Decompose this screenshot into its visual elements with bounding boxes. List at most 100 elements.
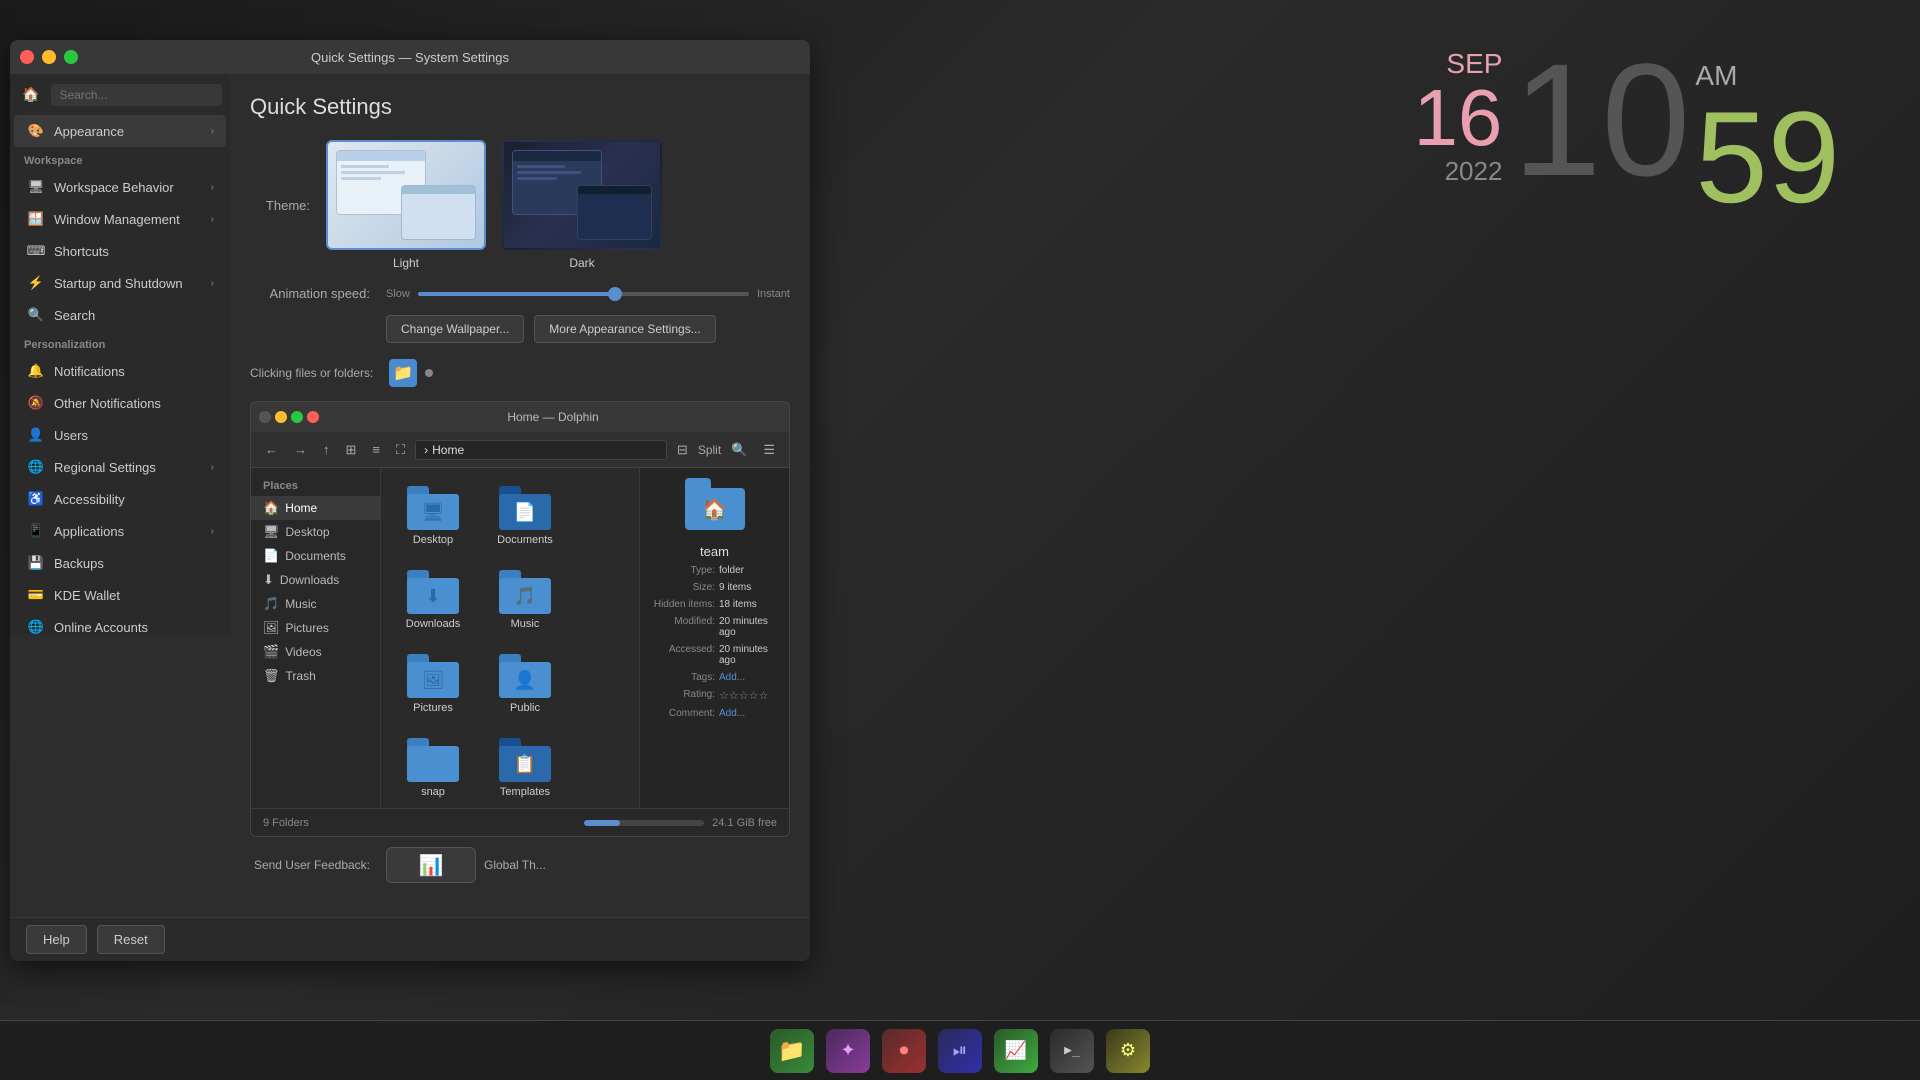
taskbar-icon-star[interactable]: ✦	[826, 1029, 870, 1073]
info-rating-stars[interactable]: ☆☆☆☆☆	[719, 689, 779, 702]
animation-speed-slider[interactable]	[418, 292, 749, 296]
places-item-label: Documents	[285, 549, 346, 563]
theme-preview-dark[interactable]	[502, 140, 662, 250]
dolphin-back-btn[interactable]: ←	[259, 439, 284, 460]
dolphin-forward-btn[interactable]: →	[288, 439, 313, 460]
sidebar-item-appearance[interactable]: 🎨 Appearance ›	[14, 115, 226, 147]
dolphin-help-btn[interactable]	[259, 411, 271, 423]
info-row-hidden: Hidden items: 18 items	[650, 599, 779, 610]
taskbar-icon-media2[interactable]: ⏯	[938, 1029, 982, 1073]
sidebar-item-notifications[interactable]: 🔔 Notifications	[14, 355, 226, 387]
sidebar-item-label: Users	[54, 428, 214, 443]
theme-preview-light[interactable]	[326, 140, 486, 250]
chevron-right-icon: ›	[211, 126, 214, 137]
info-folder-body: 🏠	[685, 488, 745, 530]
sidebar-item-label: Appearance	[54, 124, 203, 139]
dolphin-split-label[interactable]: Split	[698, 443, 721, 457]
dolphin-body: Places 🏠 Home 🖥 Desktop 📄	[251, 468, 789, 808]
reset-button[interactable]: Reset	[97, 925, 165, 954]
filemanager-icon: 📁	[778, 1038, 805, 1064]
sidebar-item-backups[interactable]: 💾 Backups	[14, 547, 226, 579]
file-name-desktop: Desktop	[413, 534, 453, 546]
sidebar-item-workspace-behavior[interactable]: 🖥 Workspace Behavior ›	[14, 171, 226, 203]
sidebar-item-regional-settings[interactable]: 🌐 Regional Settings ›	[14, 451, 226, 483]
file-name-downloads: Downloads	[406, 618, 460, 630]
window-titlebar: × − □ Quick Settings — System Settings	[10, 40, 810, 74]
places-item-trash[interactable]: 🗑 Trash	[251, 664, 380, 688]
dolphin-grid-view-btn[interactable]: ⊞	[340, 439, 363, 461]
search-input[interactable]	[51, 84, 222, 106]
dolphin-places-sidebar: Places 🏠 Home 🖥 Desktop 📄	[251, 468, 381, 808]
slow-label: Slow	[386, 288, 410, 300]
file-item-snap[interactable]: snap	[393, 732, 473, 804]
dolphin-split-btn[interactable]: ⛶	[390, 439, 411, 461]
close-button[interactable]: ×	[20, 50, 34, 64]
file-item-downloads[interactable]: ⬇ Downloads	[393, 564, 473, 636]
storage-bar-container: 24.1 GiB free	[584, 817, 777, 829]
file-item-desktop[interactable]: 🖥 Desktop	[393, 480, 473, 552]
sidebar-item-shortcuts[interactable]: ⌨ Shortcuts	[14, 235, 226, 267]
statusbar-folders: 9 Folders	[263, 817, 309, 829]
places-item-music[interactable]: 🎵 Music	[251, 592, 380, 616]
dolphin-maximize-btn[interactable]	[291, 411, 303, 423]
more-appearance-button[interactable]: More Appearance Settings...	[534, 315, 715, 343]
taskbar-icon-filemanager[interactable]: 📁	[770, 1029, 814, 1073]
info-tags-label: Tags:	[650, 672, 715, 683]
taskbar-icon-monitor[interactable]: 📈	[994, 1029, 1038, 1073]
places-item-videos[interactable]: 🎬 Videos	[251, 640, 380, 664]
file-opener-icon[interactable]: 📁	[389, 359, 417, 387]
places-item-home[interactable]: 🏠 Home	[251, 496, 380, 520]
desktop: SEP 16 2022 10 AM 59 × − □ Quick Setting…	[0, 0, 1920, 1080]
sidebar-item-startup-shutdown[interactable]: ⚡ Startup and Shutdown ›	[14, 267, 226, 299]
sidebar-item-accessibility[interactable]: ♿ Accessibility	[14, 483, 226, 515]
file-item-music[interactable]: 🎵 Music	[485, 564, 565, 636]
kde-wallet-icon: 💳	[26, 585, 46, 605]
info-tags-add[interactable]: Add...	[719, 672, 779, 683]
places-item-documents[interactable]: 📄 Documents	[251, 544, 380, 568]
sidebar-item-kde-wallet[interactable]: 💳 KDE Wallet	[14, 579, 226, 611]
minimize-button[interactable]: −	[42, 50, 56, 64]
dolphin-up-btn[interactable]: ↑	[317, 439, 336, 460]
change-wallpaper-button[interactable]: Change Wallpaper...	[386, 315, 524, 343]
dolphin-search-btn[interactable]: 🔍	[725, 439, 753, 461]
places-item-desktop[interactable]: 🖥 Desktop	[251, 520, 380, 544]
send-feedback-button[interactable]: 📊	[386, 847, 476, 883]
file-item-public[interactable]: 👤 Public	[485, 648, 565, 720]
sidebar-item-search[interactable]: 🔍 Search	[14, 299, 226, 331]
dolphin-panel-btn[interactable]: ⊟	[671, 439, 694, 461]
clock-widget: SEP 16 2022 10 AM 59	[1413, 40, 1840, 222]
taskbar-icon-settings[interactable]: ⚙	[1106, 1029, 1150, 1073]
maximize-button[interactable]: □	[64, 50, 78, 64]
sidebar-item-online-accounts[interactable]: 🌐 Online Accounts	[14, 611, 226, 634]
sidebar-item-users[interactable]: 👤 Users	[14, 419, 226, 451]
dolphin-menu-btn[interactable]: ☰	[757, 439, 781, 461]
sidebar-item-applications[interactable]: 📱 Applications ›	[14, 515, 226, 547]
info-comment-add[interactable]: Add...	[719, 708, 779, 719]
dolphin-titlebar: Home — Dolphin	[251, 402, 789, 432]
taskbar-icon-media[interactable]: ⏺	[882, 1029, 926, 1073]
taskbar-icon-terminal[interactable]: ▶_	[1050, 1029, 1094, 1073]
folder-icon-downloads: ⬇	[407, 570, 459, 614]
sidebar-home-button[interactable]: 🏠	[18, 82, 43, 107]
file-item-pictures[interactable]: 🖼 Pictures	[393, 648, 473, 720]
dolphin-location-bar[interactable]: › Home	[415, 440, 667, 460]
accessibility-icon: ♿	[26, 489, 46, 509]
statusbar-free: 24.1 GiB free	[712, 817, 777, 829]
global-theme-label: Global Th...	[484, 858, 546, 872]
theme-option-light[interactable]: Light	[326, 140, 486, 270]
dolphin-minimize-btn[interactable]	[275, 411, 287, 423]
file-item-templates[interactable]: 📋 Templates	[485, 732, 565, 804]
star-app-icon: ✦	[840, 1040, 855, 1061]
dolphin-list-view-btn[interactable]: ≡	[366, 439, 386, 460]
file-name-snap: snap	[421, 786, 445, 798]
help-button[interactable]: Help	[26, 925, 87, 954]
sidebar-item-window-management[interactable]: 🪟 Window Management ›	[14, 203, 226, 235]
applications-icon: 📱	[26, 521, 46, 541]
sidebar-item-other-notifications[interactable]: 🔕 Other Notifications	[14, 387, 226, 419]
places-item-downloads[interactable]: ⬇ Downloads	[251, 568, 380, 592]
sidebar-item-label: Other Notifications	[54, 396, 214, 411]
dolphin-close-btn[interactable]	[307, 411, 319, 423]
places-item-pictures[interactable]: 🖼 Pictures	[251, 616, 380, 640]
file-item-documents[interactable]: 📄 Documents	[485, 480, 565, 552]
theme-option-dark[interactable]: Dark	[502, 140, 662, 270]
